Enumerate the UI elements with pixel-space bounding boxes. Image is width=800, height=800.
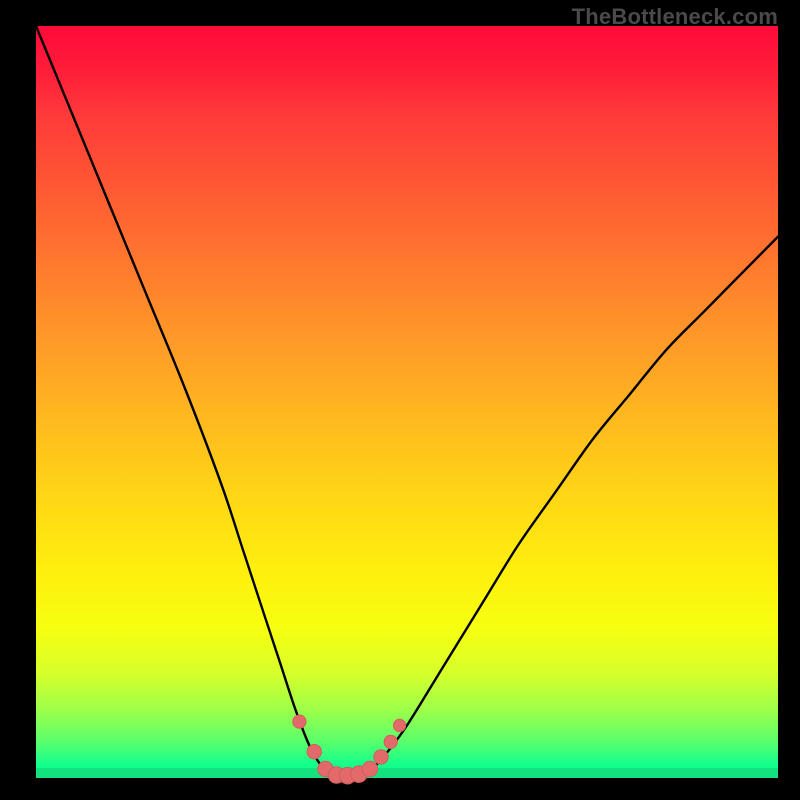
chart-svg [36, 26, 778, 778]
data-marker [307, 745, 321, 759]
bottleneck-curve [36, 26, 778, 779]
data-marker [362, 761, 377, 776]
data-marker [293, 715, 306, 728]
data-marker [374, 750, 388, 764]
watermark-text: TheBottleneck.com [572, 4, 778, 30]
chart-frame: TheBottleneck.com [0, 0, 800, 800]
plot-area [36, 26, 778, 778]
data-marker [384, 735, 397, 748]
data-marker [394, 719, 406, 731]
